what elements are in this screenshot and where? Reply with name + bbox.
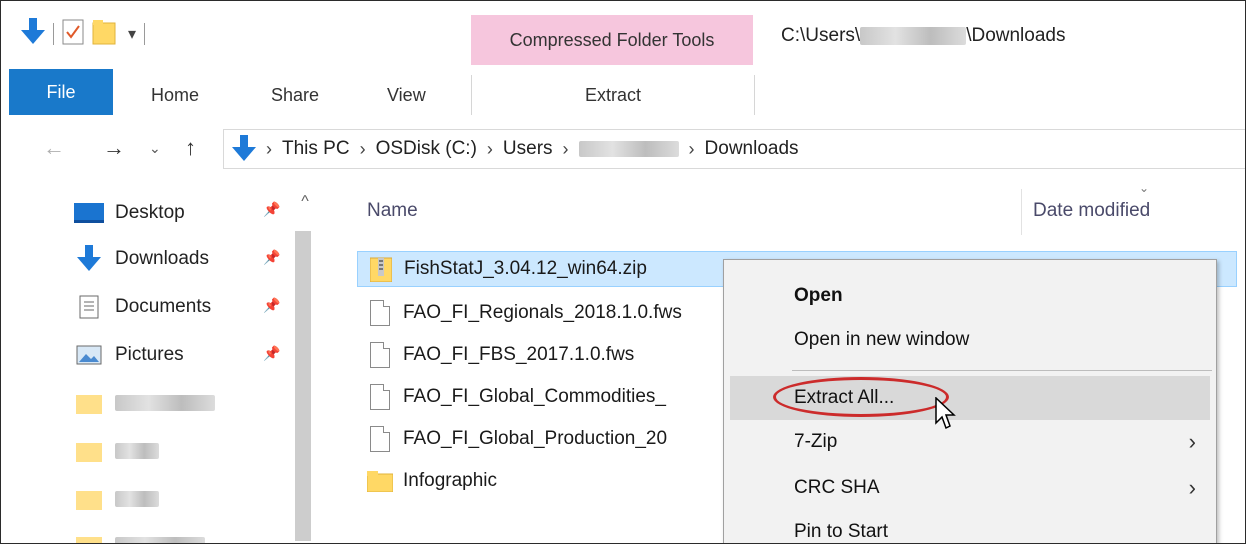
nav-item-desktop[interactable]: Desktop [73,193,185,233]
crumb-this-pc[interactable]: This PC [282,138,350,160]
download-arrow-icon [73,245,105,271]
menu-item-open[interactable]: Open [724,274,1216,318]
crumb-downloads[interactable]: Downloads [705,138,799,160]
tab-home[interactable]: Home [151,75,199,115]
menu-item-label: Pin to Start [794,521,888,542]
download-arrow-icon[interactable] [21,17,45,51]
menu-item-label: Open [794,285,843,306]
file-name: Infographic [403,470,498,491]
menu-item-crc-sha[interactable]: CRC SHA › [724,466,1216,510]
address-bar-row: ← → ⌄ ↑ › This PC › OSDisk (C:) › Users … [1,115,1245,181]
nav-item-redacted[interactable] [73,479,159,519]
nav-item-redacted[interactable] [73,525,205,543]
pictures-icon [73,343,105,367]
folder-icon [73,391,105,415]
toolbar-divider [53,23,54,45]
tab-view[interactable]: View [387,75,426,115]
file-icon [365,341,395,369]
file-name: FishStatJ_3.04.12_win64.zip [404,258,647,279]
crumb-users[interactable]: Users [503,138,553,160]
menu-item-open-new-window[interactable]: Open in new window [724,318,1216,362]
crumb-osdisk[interactable]: OSDisk (C:) [376,138,477,160]
file-name: FAO_FI_Global_Production_20 [403,428,668,449]
back-arrow-icon[interactable]: ← [43,115,65,181]
column-header-name[interactable]: Name [367,181,418,241]
redacted-label [115,443,159,459]
downloads-location-icon [232,135,256,163]
nav-item-redacted[interactable] [73,431,159,471]
scroll-thumb[interactable] [295,231,311,541]
tab-extract[interactable]: Extract [471,75,755,115]
chevron-right-icon: › [688,138,695,159]
crumb-redacted-user[interactable] [578,141,679,157]
chevron-right-icon: › [486,138,493,159]
ribbon-tabs: File Home Share View Extract [1,69,1245,116]
window-title: C:\Users\ \Downloads [781,25,1065,47]
nav-item-documents[interactable]: Documents [73,287,211,327]
mouse-pointer-icon [935,396,957,436]
desktop-icon [73,201,105,225]
tab-file[interactable]: File [9,69,113,115]
file-icon [365,425,395,453]
column-header-date-modified[interactable]: Date modified [1033,181,1150,241]
folder-icon [73,487,105,511]
nav-scrollbar[interactable]: ^ [291,181,319,543]
tab-share[interactable]: Share [271,75,319,115]
file-name: FAO_FI_Global_Commodities_ [403,386,666,407]
column-divider[interactable] [1021,189,1022,235]
file-explorer-window: ▾ Compressed Folder Tools C:\Users\ \Down… [0,0,1246,544]
pin-icon[interactable]: 📌 [263,345,280,362]
nav-item-label: Desktop [115,202,185,223]
documents-icon [73,295,105,319]
nav-item-label: Downloads [115,248,209,269]
up-arrow-icon[interactable]: ↑ [185,115,196,181]
navigation-pane: Desktop 📌 Downloads 📌 Documents 📌 Pictur… [1,181,321,543]
zip-folder-icon [366,255,396,283]
properties-icon[interactable] [62,19,84,50]
menu-item-label: Open in new window [794,329,970,350]
title-bar: ▾ Compressed Folder Tools C:\Users\ \Down… [1,1,1245,75]
folder-icon [365,467,395,495]
menu-separator [792,370,1212,371]
pin-icon[interactable]: 📌 [263,297,280,314]
recent-locations-chevron-icon[interactable]: ⌄ [149,115,161,181]
compressed-folder-tools-label: Compressed Folder Tools [471,15,753,65]
menu-item-label: 7-Zip [794,431,838,452]
toolbar-divider [144,23,146,45]
customize-toolbar-icon[interactable]: ▾ [128,24,136,44]
file-name: FAO_FI_FBS_2017.1.0.fws [403,344,635,365]
chevron-right-icon: › [562,138,569,159]
highlight-ellipse [773,377,949,417]
window-path-suffix: \Downloads [966,25,1066,46]
breadcrumb[interactable]: › This PC › OSDisk (C:) › Users › › Down… [223,129,1245,169]
menu-item-7zip[interactable]: 7-Zip › [724,420,1216,464]
nav-item-label: Pictures [115,344,184,365]
redacted-label [115,395,215,411]
redacted-label [115,537,205,543]
file-icon [365,383,395,411]
submenu-arrow-icon: › [1188,475,1196,500]
nav-item-label: Documents [115,296,212,317]
pin-icon[interactable]: 📌 [263,249,280,266]
redacted-label [115,491,159,507]
redacted-username [860,26,967,45]
file-name: FAO_FI_Regionals_2018.1.0.fws [403,302,682,323]
window-path-prefix: C:\Users\ [781,25,861,46]
quick-access-toolbar: ▾ [21,17,146,51]
scroll-up-icon[interactable]: ^ [291,193,319,223]
file-icon [365,299,395,327]
nav-item-pictures[interactable]: Pictures [73,335,184,375]
nav-item-downloads[interactable]: Downloads [73,239,209,279]
chevron-right-icon: › [266,138,272,159]
submenu-arrow-icon: › [1188,429,1196,454]
folder-icon [73,533,105,543]
pin-icon[interactable]: 📌 [263,201,280,218]
chevron-right-icon: › [359,138,366,159]
folder-icon [73,439,105,463]
forward-arrow-icon[interactable]: → [103,115,125,181]
menu-item-pin-to-start[interactable]: Pin to Start [724,510,1216,543]
new-folder-icon[interactable] [92,19,120,50]
nav-item-redacted[interactable] [73,383,215,423]
menu-item-label: CRC SHA [794,477,880,498]
